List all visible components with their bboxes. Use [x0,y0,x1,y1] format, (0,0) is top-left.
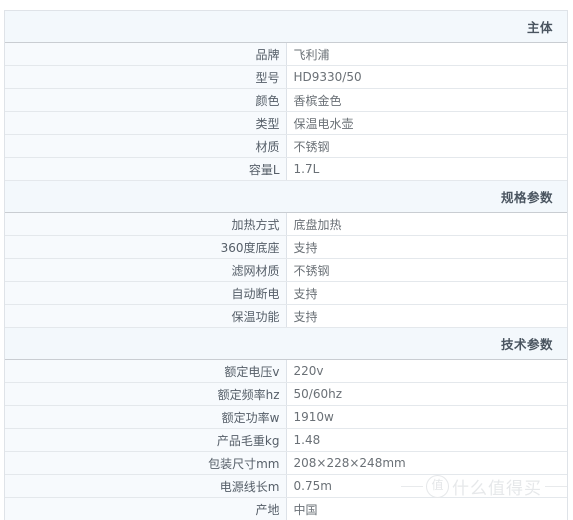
spec-row: 加热方式底盘加热 [5,213,567,236]
spec-section-header-row: 技术参数 [5,328,567,360]
spec-label: 产地 [5,498,286,520]
spec-label: 品牌 [5,43,286,66]
spec-value: 1910w [286,406,567,429]
spec-label: 颜色 [5,89,286,112]
spec-row: 颜色香槟金色 [5,89,567,112]
spec-row: 额定频率hz50/60hz [5,383,567,406]
spec-row: 包装尺寸mm208×228×248mm [5,452,567,475]
spec-label: 保温功能 [5,305,286,328]
spec-label: 额定功率w [5,406,286,429]
spec-value: 香槟金色 [286,89,567,112]
spec-label: 额定电压v [5,360,286,383]
spec-row: 滤网材质不锈钢 [5,259,567,282]
spec-row: 360度底座支持 [5,236,567,259]
spec-row: 类型保温电水壶 [5,112,567,135]
spec-row: 额定电压v220v [5,360,567,383]
spec-label: 滤网材质 [5,259,286,282]
spec-row: 品牌飞利浦 [5,43,567,66]
spec-row: 额定功率w1910w [5,406,567,429]
spec-value: 208×228×248mm [286,452,567,475]
spec-label: 类型 [5,112,286,135]
spec-value: HD9330/50 [286,66,567,89]
spec-value: 不锈钢 [286,135,567,158]
spec-section-header-row: 规格参数 [5,181,567,213]
spec-section-title: 规格参数 [5,181,567,213]
spec-label: 自动断电 [5,282,286,305]
product-spec-table-container: 主体品牌飞利浦型号HD9330/50颜色香槟金色类型保温电水壶材质不锈钢容量L1… [4,10,568,520]
spec-label: 容量L [5,158,286,181]
spec-label: 加热方式 [5,213,286,236]
spec-value: 0.75m [286,475,567,498]
spec-label: 型号 [5,66,286,89]
spec-row: 产地中国 [5,498,567,520]
spec-row: 型号HD9330/50 [5,66,567,89]
spec-row: 保温功能支持 [5,305,567,328]
spec-value: 1.48 [286,429,567,452]
spec-row: 自动断电支持 [5,282,567,305]
spec-label: 额定频率hz [5,383,286,406]
spec-value: 支持 [286,305,567,328]
spec-section-title: 主体 [5,11,567,43]
spec-section-title: 技术参数 [5,328,567,360]
spec-value: 50/60hz [286,383,567,406]
spec-value: 支持 [286,236,567,259]
spec-label: 包装尺寸mm [5,452,286,475]
spec-row: 电源线长m0.75m [5,475,567,498]
spec-value: 飞利浦 [286,43,567,66]
spec-label: 产品毛重kg [5,429,286,452]
spec-value: 底盘加热 [286,213,567,236]
spec-value: 不锈钢 [286,259,567,282]
spec-label: 电源线长m [5,475,286,498]
spec-value: 支持 [286,282,567,305]
spec-label: 360度底座 [5,236,286,259]
spec-value: 220v [286,360,567,383]
spec-row: 产品毛重kg1.48 [5,429,567,452]
product-spec-table: 主体品牌飞利浦型号HD9330/50颜色香槟金色类型保温电水壶材质不锈钢容量L1… [5,11,567,520]
spec-value: 中国 [286,498,567,520]
spec-table-body: 主体品牌飞利浦型号HD9330/50颜色香槟金色类型保温电水壶材质不锈钢容量L1… [5,11,567,520]
spec-row: 容量L1.7L [5,158,567,181]
spec-section-header-row: 主体 [5,11,567,43]
spec-value: 1.7L [286,158,567,181]
spec-label: 材质 [5,135,286,158]
spec-row: 材质不锈钢 [5,135,567,158]
spec-value: 保温电水壶 [286,112,567,135]
